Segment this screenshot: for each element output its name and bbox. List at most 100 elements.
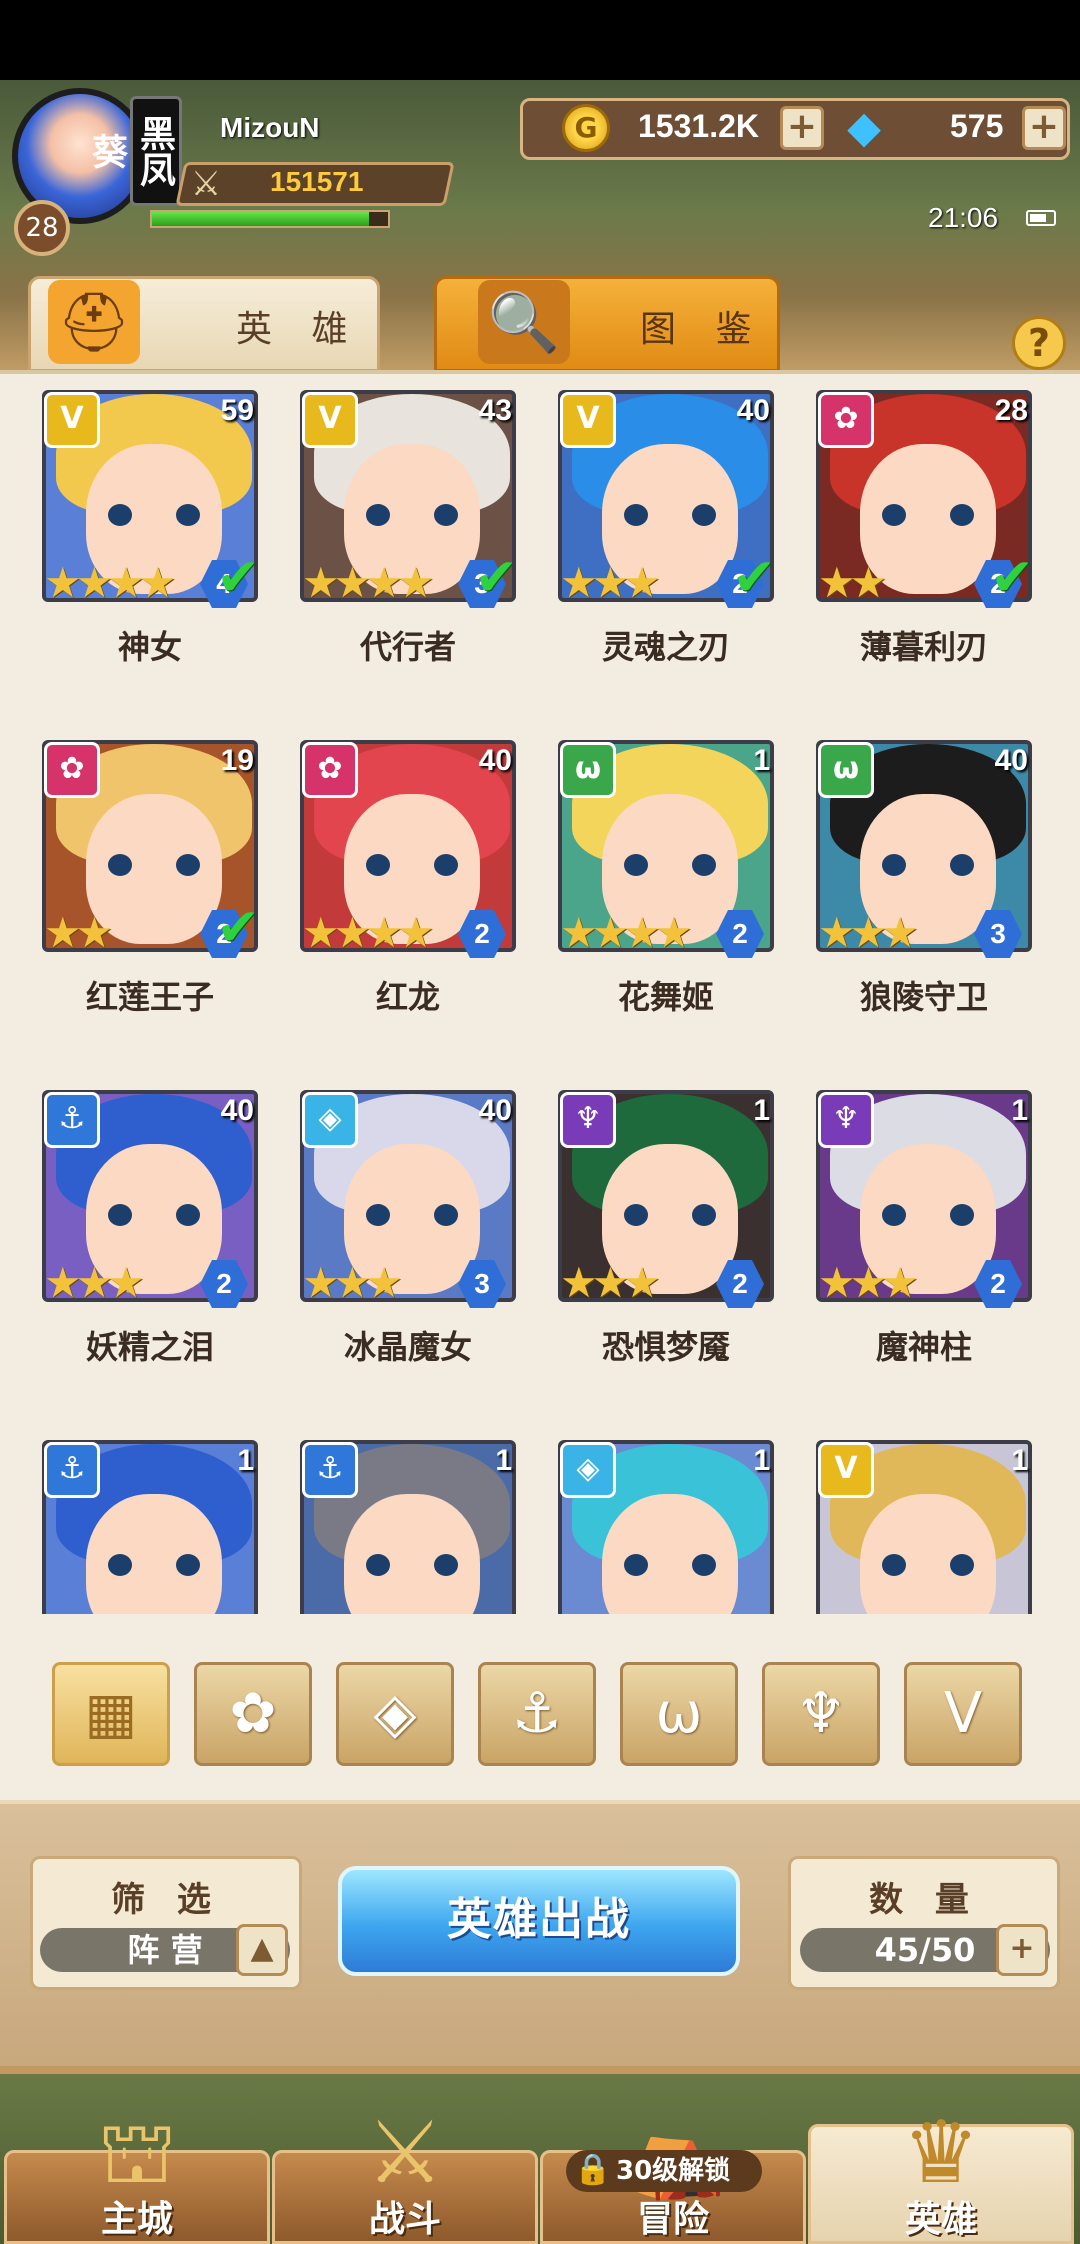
hero-level: 43 (478, 394, 512, 427)
hero-card[interactable]: V1 (804, 1430, 1044, 1614)
hero-card[interactable]: ♆ 1 ★★★ 2 魔神柱 (804, 1080, 1044, 1410)
hero-card[interactable]: V 43 ★★★★ 3 ✔ 代行者 (288, 380, 528, 710)
add-slot-button[interactable]: + (996, 1924, 1048, 1976)
dark-faction-icon[interactable]: ♆ (762, 1662, 880, 1766)
xp-fill (152, 212, 370, 226)
gold-coin-icon: G (562, 104, 610, 152)
water-faction-icon: ⚓ (44, 1442, 100, 1498)
lock-icon: 🔒 (574, 2152, 612, 2187)
ice-faction-icon: ◈ (302, 1092, 358, 1148)
hero-card[interactable]: V 59 ★★★★ 4 ✔ 神女 (30, 380, 270, 710)
count-title: 数 量 (869, 1880, 979, 1920)
dark-faction-icon: ♆ (818, 1092, 874, 1148)
nav-label: 英雄 (904, 2199, 977, 2240)
hero-level: 59 (220, 394, 254, 427)
hero-card[interactable]: ✿ 28 ★★ 2 ✔ 薄暮利刃 (804, 380, 1044, 710)
nav-label: 战斗 (368, 2199, 441, 2240)
player-name: MizouN (220, 112, 320, 143)
hero-card[interactable]: ω 1 ★★★★ 2 花舞姬 (546, 730, 786, 1060)
help-button[interactable]: ? (1012, 316, 1066, 370)
hero-name: 狼陵守卫 (859, 978, 988, 1016)
add-gems-button[interactable]: + (1022, 106, 1066, 150)
filter-title: 筛 选 (111, 1880, 221, 1920)
checkmark-icon: ✔ (732, 548, 776, 608)
add-gold-button[interactable]: + (780, 106, 824, 150)
hero-level: 1 (1011, 1094, 1028, 1127)
hero-eyes (366, 1204, 458, 1226)
hero-card[interactable]: ♆ 1 ★★★ 2 恐惧梦魇 (546, 1080, 786, 1410)
power-value: 151571 (270, 166, 364, 197)
hero-stars: ★★★★ (44, 558, 177, 607)
hero-level: 40 (220, 1094, 254, 1127)
beast-faction-icon[interactable]: ω (620, 1662, 738, 1766)
helmet-icon: ⛑ (48, 280, 140, 364)
hero-card[interactable]: V 40 ★★★ 2 ✔ 灵魂之刃 (546, 380, 786, 710)
player-level-badge: 28 (14, 200, 70, 256)
hero-name: 冰晶魔女 (343, 1328, 472, 1366)
battery-icon (1026, 210, 1056, 226)
hero-stars: ★★★ (560, 1258, 661, 1307)
hero-grid[interactable]: V 59 ★★★★ 4 ✔ 神女 V 43 ★★★★ 3 ✔ 代行者 V 40 ★★★ 2 ✔ 灵魂之刃 ✿ 28 ★★… (0, 374, 1080, 1614)
fire-faction-icon: ✿ (818, 392, 874, 448)
fire-faction-icon[interactable]: ✿ (194, 1662, 312, 1766)
water-faction-icon[interactable]: ⚓ (478, 1662, 596, 1766)
hero-name: 红莲王子 (85, 978, 214, 1016)
hero-name: 魔神柱 (875, 1328, 972, 1366)
hero-stars: ★★★★ (302, 908, 435, 957)
hero-level: 28 (994, 394, 1028, 427)
light-faction-icon[interactable]: V (904, 1662, 1022, 1766)
deploy-heroes-button[interactable]: 英雄出战 (338, 1866, 740, 1976)
fire-faction-icon: ✿ (44, 742, 100, 798)
hero-eyes (624, 1554, 716, 1576)
hero-card[interactable]: ⚓ 1 (30, 1430, 270, 1614)
hero-name: 薄暮利刃 (859, 628, 988, 666)
ice-faction-icon[interactable]: ◈ (336, 1662, 454, 1766)
hero-stars: ★★★ (560, 558, 661, 607)
light-faction-icon: V (818, 1442, 874, 1498)
hero-name: 妖精之泪 (85, 1328, 214, 1366)
hero-card[interactable]: ω 40 ★★★ 3 狼陵守卫 (804, 730, 1044, 1060)
hero-level: 40 (478, 1094, 512, 1127)
hero-eyes (624, 504, 716, 526)
hero-name: 神女 (117, 628, 182, 666)
hero-card[interactable]: ⚓ 40 ★★★ 2 妖精之泪 (30, 1080, 270, 1410)
hero-stars: ★★★ (818, 908, 919, 957)
nav-label: 主城 (100, 2199, 173, 2240)
gold-value: 1531.2K (638, 108, 759, 144)
hero-name: 代行者 (359, 628, 456, 666)
hero-level: 40 (994, 744, 1028, 777)
hero-eyes (882, 504, 974, 526)
hero-card[interactable]: ✿ 19 ★★ 2 ✔ 红莲王子 (30, 730, 270, 1060)
clock: 21:06 (928, 202, 999, 233)
hero-eyes (366, 1554, 458, 1576)
hero-stars: ★★★ (302, 1258, 403, 1307)
hero-stars: ★★★ (818, 1258, 919, 1307)
hero-eyes (624, 1204, 716, 1226)
chevron-up-icon[interactable]: ▲ (236, 1924, 288, 1976)
hero-eyes (882, 1554, 974, 1576)
hero-eyes (108, 1554, 200, 1576)
checkmark-icon: ✔ (990, 548, 1034, 608)
hero-level: 40 (736, 394, 770, 427)
hero-card[interactable]: ◈ 1 (546, 1430, 786, 1614)
hero-card[interactable]: ◈ 40 ★★★ 3 冰晶魔女 (288, 1080, 528, 1410)
checkmark-icon: ✔ (216, 548, 260, 608)
hero-eyes (108, 854, 200, 876)
water-faction-icon: ⚓ (302, 1442, 358, 1498)
hero-eyes (882, 1204, 974, 1226)
all-grid-icon[interactable]: ▦ (52, 1662, 170, 1766)
checkmark-icon: ✔ (474, 548, 518, 608)
hero-level: 1 (1011, 1444, 1028, 1477)
hero-stars: ★★ (818, 558, 887, 607)
hero-stars: ★★★★ (302, 558, 435, 607)
crossed-swords-icon: ⚔ (190, 164, 222, 204)
tab-heroes-label: 英 雄 (236, 309, 362, 350)
hero-level: 1 (495, 1444, 512, 1477)
hero-card[interactable]: ⚓ 1 (288, 1430, 528, 1614)
status-bar-black (0, 0, 1080, 80)
gem-value: 575 (950, 108, 1004, 144)
water-faction-icon: ⚓ (44, 1092, 100, 1148)
hero-level: 1 (753, 1094, 770, 1127)
hero-stars: ★★ (44, 908, 113, 957)
hero-card[interactable]: ✿ 40 ★★★★ 2 红龙 (288, 730, 528, 1060)
